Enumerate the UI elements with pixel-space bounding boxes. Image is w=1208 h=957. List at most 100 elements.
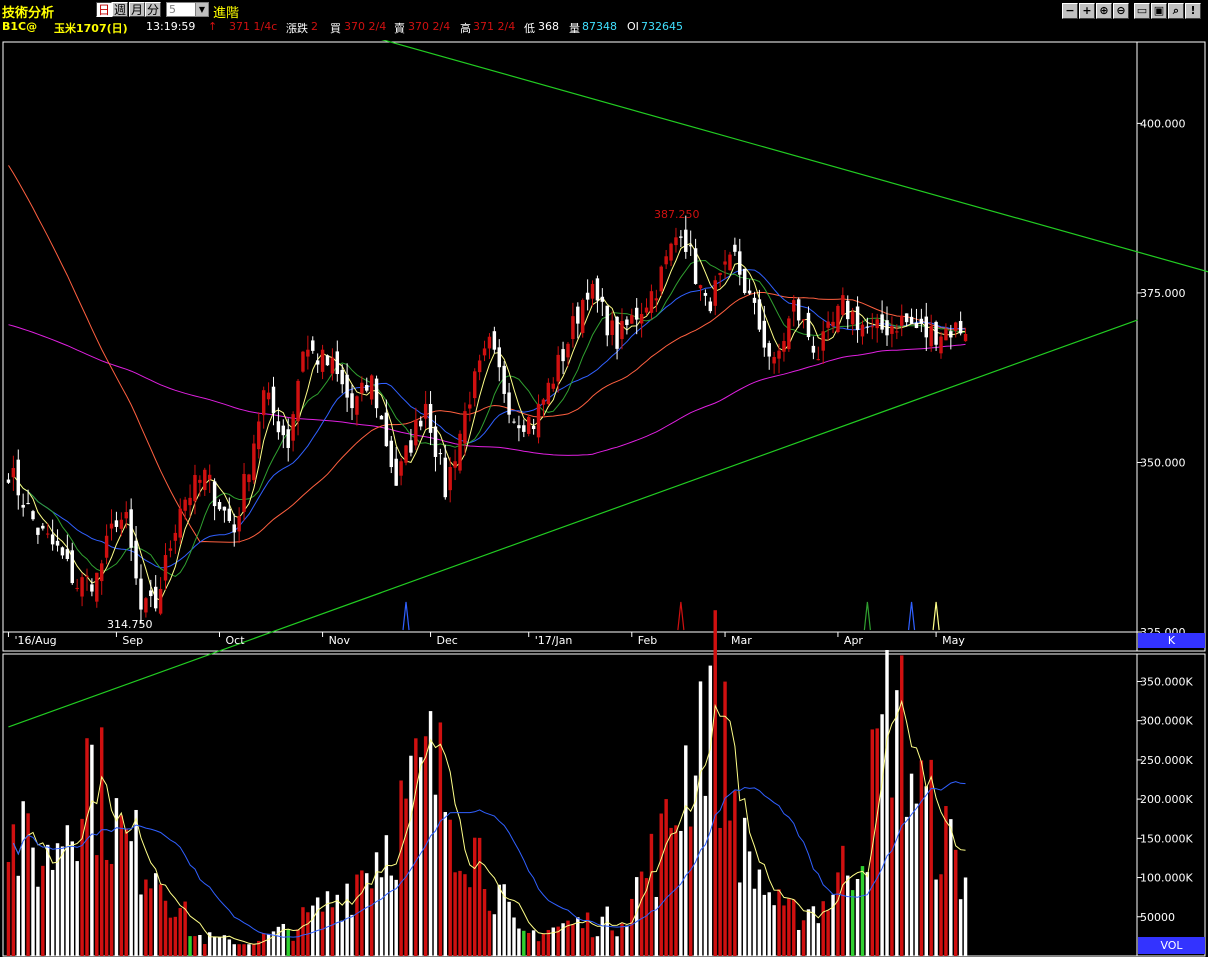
print-icon[interactable]: ▣ — [1151, 3, 1167, 19]
candle-body — [654, 298, 659, 301]
volume-bar — [242, 944, 246, 956]
candle-body — [669, 243, 673, 261]
volume-bar — [237, 944, 241, 956]
zoom-out-icon[interactable]: ⊖ — [1113, 3, 1129, 19]
candle-body — [276, 421, 281, 433]
volume-bar — [585, 912, 590, 956]
candle-body — [453, 461, 457, 468]
candle-body — [188, 497, 192, 506]
candle-body — [497, 347, 501, 368]
volume-bar — [527, 932, 531, 956]
candle-body — [522, 425, 526, 432]
volume-bar — [104, 859, 109, 956]
volume-bar — [860, 866, 865, 956]
candle-body — [841, 295, 845, 315]
minus-icon[interactable]: − — [1062, 3, 1078, 19]
candle-body — [419, 420, 423, 427]
volume-bar — [374, 852, 379, 956]
plus-icon[interactable]: + — [1079, 3, 1095, 19]
period-month-button[interactable]: 月 — [129, 2, 145, 17]
candle-body — [934, 321, 938, 345]
candle-body — [855, 306, 860, 330]
chart-panels[interactable]: 314.750387.250 400.000375.000350.000325.… — [0, 40, 1208, 957]
volume-bar — [610, 930, 614, 956]
candle-body — [207, 474, 212, 480]
candle-body — [836, 305, 840, 333]
volume-bar — [850, 890, 855, 956]
volume-bar — [340, 920, 344, 956]
volume-bar — [767, 892, 771, 956]
candle-body — [271, 386, 276, 414]
candle-body — [296, 380, 300, 422]
candle-body — [718, 272, 722, 276]
high-value: 371 2/4 — [473, 20, 516, 33]
time-tick-label: Dec — [437, 634, 458, 647]
volume-bar — [389, 875, 394, 956]
ma-green-line — [17, 259, 966, 577]
volume-panel-label: VOL — [1138, 937, 1205, 954]
ask-label: 賣 — [394, 22, 405, 35]
candle-body — [153, 586, 158, 609]
candle-body — [566, 343, 570, 358]
period-minute-button[interactable]: 分 — [145, 2, 161, 17]
candle-body — [345, 374, 349, 398]
volume-bar — [16, 875, 20, 956]
candle-body — [860, 324, 865, 337]
volume-bar — [826, 910, 830, 956]
volume-bar — [634, 877, 639, 956]
volume-bar — [590, 937, 595, 956]
help-icon[interactable]: ! — [1185, 3, 1201, 19]
candle-body — [512, 421, 516, 423]
price-tick-label: 350.000 — [1140, 456, 1186, 469]
volume-bar — [266, 933, 271, 956]
volume-bar — [512, 917, 516, 956]
candle-body — [728, 254, 732, 271]
volume-bar — [482, 888, 487, 956]
volume-bar — [301, 907, 305, 956]
candle-body — [492, 331, 497, 350]
signal-marker-icon — [932, 601, 940, 631]
volume-bar — [654, 896, 659, 956]
candle-body — [944, 329, 948, 341]
volume-bar — [281, 923, 286, 956]
candle-body — [792, 300, 796, 312]
volume-bar — [173, 916, 178, 956]
candle-body — [688, 245, 693, 247]
candle-body — [404, 445, 408, 463]
volume-bar — [168, 917, 173, 956]
volume-bar — [414, 738, 418, 956]
candle-body — [787, 318, 791, 350]
volume-label: 量 — [569, 22, 580, 35]
candle-body — [590, 283, 595, 299]
save-icon[interactable]: ▭ — [1134, 3, 1150, 19]
candle-body — [31, 511, 35, 520]
zoom-in-icon[interactable]: ⊕ — [1096, 3, 1112, 19]
minute-interval-select[interactable]: 5 ▼ — [166, 2, 209, 17]
period-week-button[interactable]: 週 — [112, 2, 128, 17]
signal-marker-icon — [677, 601, 685, 631]
candle-body — [80, 577, 84, 597]
candle-body — [546, 382, 551, 405]
candle-body — [949, 331, 953, 338]
candle-body — [742, 268, 747, 293]
volume-bar — [193, 936, 197, 956]
candle-body — [325, 355, 330, 366]
candle-body — [517, 425, 521, 429]
volume-bar — [718, 827, 722, 956]
volume-bar — [747, 851, 752, 956]
candle-body — [158, 588, 163, 614]
period-day-button[interactable]: 日 — [96, 2, 112, 17]
candle-body — [605, 305, 609, 336]
candle-body — [183, 499, 187, 511]
volume-bar — [855, 878, 860, 956]
candle-body — [816, 359, 821, 361]
time-tick-label: Mar — [731, 634, 752, 647]
chevron-down-icon[interactable]: ▼ — [195, 3, 208, 16]
candle-body — [919, 318, 924, 324]
candle-body — [698, 285, 703, 289]
ask-value: 370 2/4 — [408, 20, 451, 33]
ma-slow-line — [8, 165, 966, 543]
volume-bar — [296, 929, 300, 956]
search-icon[interactable]: ⌕ — [1168, 3, 1184, 19]
toolbar: 技術分析 日 週 月 分 5 ▼ 進階 − + ⊕ ⊖ ▭ ▣ ⌕ ! — [0, 0, 1208, 21]
